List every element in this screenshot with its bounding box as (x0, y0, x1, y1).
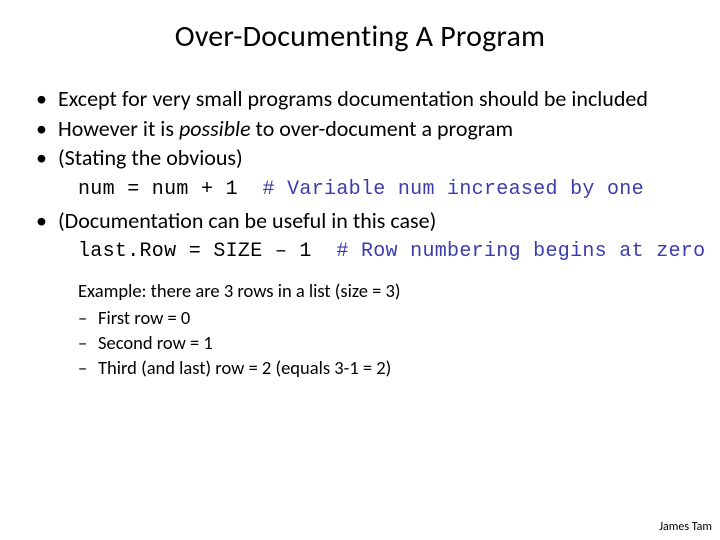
code-comment: # Row numbering begins at zero (336, 240, 705, 263)
example-block: Example: there are 3 rows in a list (siz… (78, 279, 690, 381)
code-statement: last.Row = SIZE – 1 (78, 240, 336, 263)
example-list: First row = 0 Second row = 1 Third (and … (78, 306, 690, 381)
example-lead: Example: there are 3 rows in a list (siz… (78, 279, 690, 304)
code-comment: # Variable num increased by one (263, 178, 644, 201)
bullet-item: Except for very small programs documenta… (30, 85, 690, 113)
bullet-text-part: to over-document a program (251, 115, 514, 142)
bullet-list: Except for very small programs documenta… (30, 85, 690, 172)
bullet-list: (Documentation can be useful in this cas… (30, 207, 690, 235)
bullet-item: However it is possible to over-document … (30, 115, 690, 143)
code-block: last.Row = SIZE – 1 # Row numbering begi… (78, 240, 690, 263)
example-item: Second row = 1 (78, 331, 690, 356)
author-footer: James Tam (659, 520, 712, 534)
slide: Over-Documenting A Program Except for ve… (0, 0, 720, 540)
example-item: First row = 0 (78, 306, 690, 331)
bullet-text: (Stating the obvious) (58, 144, 243, 171)
code-block: num = num + 1 # Variable num increased b… (78, 178, 690, 201)
code-statement: num = num + 1 (78, 178, 263, 201)
bullet-item: (Stating the obvious) (30, 144, 690, 172)
bullet-text-part: However it is (58, 115, 179, 142)
bullet-text: Except for very small programs documenta… (58, 85, 648, 112)
example-item: Third (and last) row = 2 (equals 3-1 = 2… (78, 356, 690, 381)
bullet-item: (Documentation can be useful in this cas… (30, 207, 690, 235)
bullet-text-italic: possible (179, 115, 251, 142)
slide-title: Over-Documenting A Program (30, 18, 690, 55)
bullet-text: (Documentation can be useful in this cas… (58, 207, 436, 234)
